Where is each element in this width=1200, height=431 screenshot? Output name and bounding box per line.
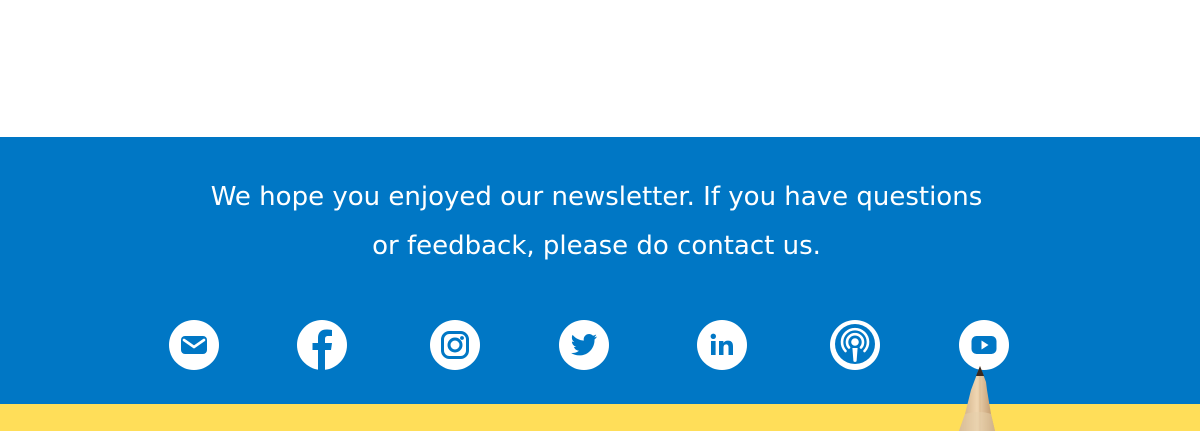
twitter-link[interactable] xyxy=(558,319,610,371)
newsletter-footer-page: We hope you enjoyed our newsletter. If y… xyxy=(0,0,1200,431)
facebook-link[interactable] xyxy=(296,319,348,371)
facebook-icon xyxy=(297,320,347,371)
linkedin-link[interactable] xyxy=(696,319,748,371)
blank-content-area xyxy=(0,0,1200,137)
footer-message: We hope you enjoyed our newsletter. If y… xyxy=(0,173,1193,271)
footer-band: We hope you enjoyed our newsletter. If y… xyxy=(0,137,1200,404)
youtube-icon xyxy=(959,320,1009,370)
footer-message-line-2: or feedback, please do contact us. xyxy=(372,231,821,261)
twitter-icon xyxy=(559,320,609,370)
linkedin-icon xyxy=(697,320,747,370)
podcast-link[interactable] xyxy=(829,319,881,371)
podcast-icon xyxy=(830,320,880,370)
email-link[interactable] xyxy=(168,319,220,371)
footer-message-line-1: We hope you enjoyed our newsletter. If y… xyxy=(210,182,983,212)
youtube-link[interactable] xyxy=(958,319,1010,371)
email-icon xyxy=(169,320,219,370)
instagram-icon xyxy=(430,320,480,370)
pencil-illustration xyxy=(959,366,995,431)
yellow-accent-band xyxy=(0,404,1200,431)
instagram-link[interactable] xyxy=(429,319,481,371)
